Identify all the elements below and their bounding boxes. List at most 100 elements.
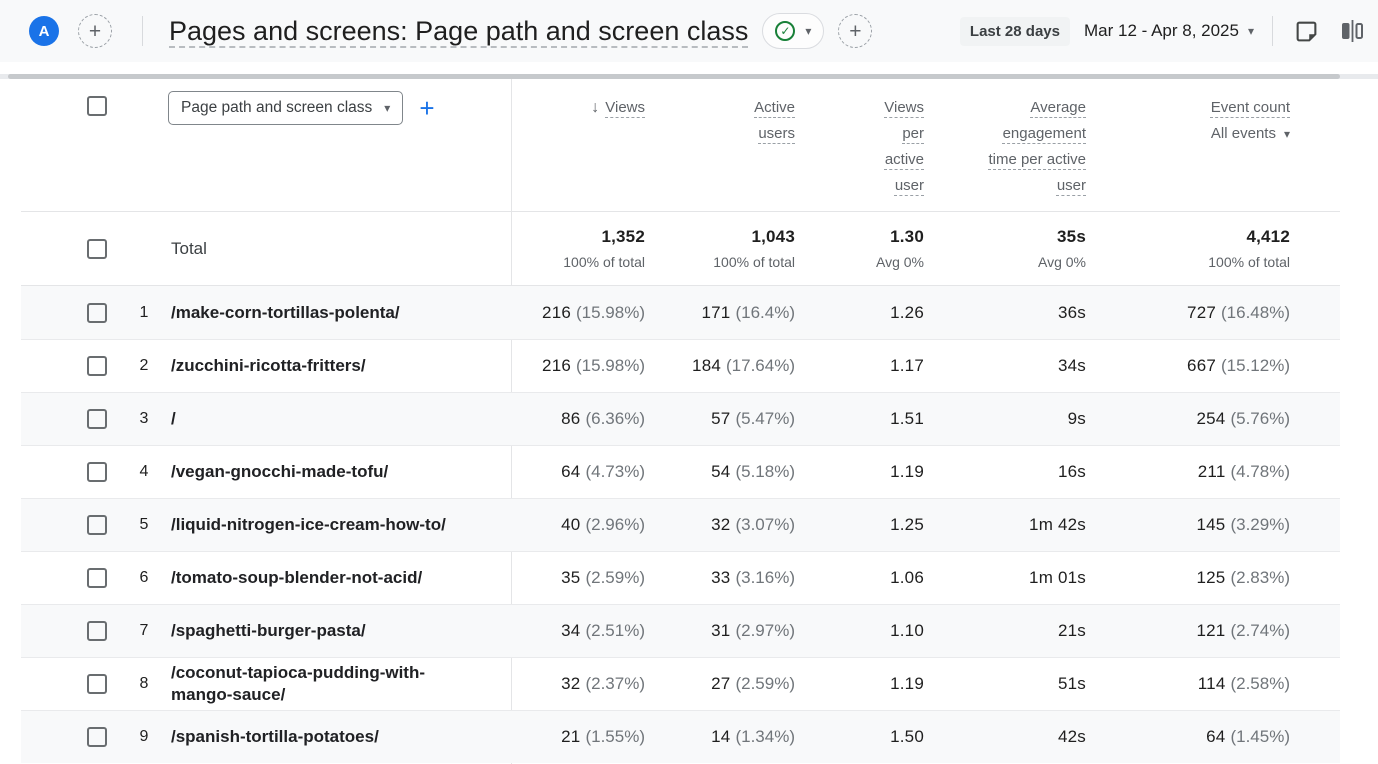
views-cell: 64 (4.73%) bbox=[511, 462, 657, 482]
row-index: 8 bbox=[121, 675, 167, 693]
avg-engagement-cell: 34s bbox=[936, 356, 1098, 376]
views-cell: 21 (1.55%) bbox=[511, 727, 657, 747]
event-count-cell: 64 (1.45%) bbox=[1098, 727, 1302, 747]
row-index: 9 bbox=[121, 728, 167, 746]
date-preset-badge: Last 28 days bbox=[960, 17, 1070, 46]
avatar[interactable]: A bbox=[29, 16, 59, 46]
page-path-cell: /liquid-nitrogen-ice-cream-how-to/ bbox=[167, 514, 511, 536]
row-checkbox[interactable] bbox=[87, 356, 107, 376]
notes-button[interactable] bbox=[1294, 19, 1319, 44]
sort-descending-icon: ↓ bbox=[591, 95, 599, 121]
page-path-cell: /spaghetti-burger-pasta/ bbox=[167, 620, 511, 642]
table-row: 6 /tomato-soup-blender-not-acid/ 35 (2.5… bbox=[21, 551, 1340, 604]
row-checkbox[interactable] bbox=[87, 674, 107, 694]
plus-icon: + bbox=[849, 21, 861, 42]
page-path: /spaghetti-burger-pasta/ bbox=[171, 620, 366, 642]
event-filter-dropdown[interactable]: All events ▾ bbox=[1211, 121, 1290, 147]
active-users-cell: 14 (1.34%) bbox=[657, 727, 807, 747]
views-per-active-user-cell: 1.50 bbox=[807, 727, 936, 747]
row-checkbox[interactable] bbox=[87, 515, 107, 535]
total-views-per-active-user: 1.30 Avg 0% bbox=[807, 227, 936, 270]
dimension-selector-label: Page path and screen class bbox=[181, 99, 372, 117]
views-per-active-user-cell: 1.26 bbox=[807, 303, 936, 323]
total-avg-engagement: 35s Avg 0% bbox=[936, 227, 1098, 270]
comparison-toggle-button[interactable] bbox=[1338, 19, 1366, 43]
column-header-event-count[interactable]: Event count All events ▾ bbox=[1098, 79, 1302, 147]
avg-engagement-cell: 16s bbox=[936, 462, 1098, 482]
table-row: 4 /vegan-gnocchi-made-tofu/ 64 (4.73%) 5… bbox=[21, 445, 1340, 498]
page-path-cell: /spanish-tortilla-potatoes/ bbox=[167, 726, 511, 748]
compare-panels-icon bbox=[1338, 19, 1366, 43]
row-checkbox[interactable] bbox=[87, 409, 107, 429]
table-row: 9 /spanish-tortilla-potatoes/ 21 (1.55%)… bbox=[21, 710, 1340, 763]
table-row: 3 / 86 (6.36%) 57 (5.47%) 1.51 9s 254 (5… bbox=[21, 392, 1340, 445]
active-users-cell: 54 (5.18%) bbox=[657, 462, 807, 482]
column-header-views[interactable]: ↓ Views bbox=[511, 79, 657, 121]
views-per-active-user-cell: 1.06 bbox=[807, 568, 936, 588]
column-header-views-per-active-user[interactable]: Views per active user bbox=[807, 79, 936, 199]
chevron-down-icon: ▾ bbox=[1248, 25, 1254, 37]
table-row: 8 /coconut-tapioca-pudding-with-mango-sa… bbox=[21, 657, 1340, 710]
views-cell: 216 (15.98%) bbox=[511, 303, 657, 323]
chevron-down-icon: ▾ bbox=[805, 25, 811, 37]
add-comparison-button[interactable]: + bbox=[838, 14, 872, 48]
table-row: 2 /zucchini-ricotta-fritters/ 216 (15.98… bbox=[21, 339, 1340, 392]
table-row: 7 /spaghetti-burger-pasta/ 34 (2.51%) 31… bbox=[21, 604, 1340, 657]
column-label: Views per active user bbox=[874, 95, 924, 199]
views-cell: 216 (15.98%) bbox=[511, 356, 657, 376]
divider bbox=[142, 16, 143, 46]
avg-engagement-cell: 21s bbox=[936, 621, 1098, 641]
dimension-selector[interactable]: Page path and screen class ▾ bbox=[168, 91, 403, 125]
event-count-cell: 727 (16.48%) bbox=[1098, 303, 1302, 323]
total-row-checkbox[interactable] bbox=[87, 239, 107, 259]
page-path-cell: /zucchini-ricotta-fritters/ bbox=[167, 355, 511, 377]
column-label: Active users bbox=[737, 95, 795, 147]
row-checkbox[interactable] bbox=[87, 727, 107, 747]
event-count-cell: 211 (4.78%) bbox=[1098, 462, 1302, 482]
active-users-cell: 33 (3.16%) bbox=[657, 568, 807, 588]
column-header-avg-engagement[interactable]: Average engagement time per active user bbox=[936, 79, 1098, 199]
row-index: 7 bbox=[121, 622, 167, 640]
page-path-cell: /vegan-gnocchi-made-tofu/ bbox=[167, 461, 511, 483]
row-checkbox[interactable] bbox=[87, 568, 107, 588]
active-users-cell: 27 (2.59%) bbox=[657, 674, 807, 694]
row-checkbox[interactable] bbox=[87, 462, 107, 482]
event-count-cell: 114 (2.58%) bbox=[1098, 674, 1302, 694]
event-filter-label: All events bbox=[1211, 121, 1276, 147]
page-path-cell: /make-corn-tortillas-polenta/ bbox=[167, 302, 511, 324]
views-cell: 40 (2.96%) bbox=[511, 515, 657, 535]
row-checkbox[interactable] bbox=[87, 303, 107, 323]
views-per-active-user-cell: 1.10 bbox=[807, 621, 936, 641]
report-title[interactable]: Pages and screens: Page path and screen … bbox=[169, 16, 748, 47]
column-label: Average engagement time per active user bbox=[974, 95, 1086, 199]
page-path-cell: /tomato-soup-blender-not-acid/ bbox=[167, 567, 511, 589]
date-range-label: Mar 12 - Apr 8, 2025 bbox=[1084, 21, 1239, 41]
page-path: /make-corn-tortillas-polenta/ bbox=[171, 302, 400, 324]
row-index: 2 bbox=[121, 357, 167, 375]
page-path: /spanish-tortilla-potatoes/ bbox=[171, 726, 379, 748]
total-active-users: 1,043 100% of total bbox=[657, 227, 807, 270]
row-index: 4 bbox=[121, 463, 167, 481]
views-per-active-user-cell: 1.51 bbox=[807, 409, 936, 429]
check-circle-icon: ✓ bbox=[775, 21, 795, 41]
row-index: 3 bbox=[121, 410, 167, 428]
add-dimension-button[interactable]: + bbox=[419, 95, 434, 121]
chevron-down-icon: ▾ bbox=[384, 102, 390, 114]
add-segment-button[interactable]: + bbox=[78, 14, 112, 48]
page-path: /tomato-soup-blender-not-acid/ bbox=[171, 567, 422, 589]
column-header-active-users[interactable]: Active users bbox=[657, 79, 807, 147]
views-cell: 35 (2.59%) bbox=[511, 568, 657, 588]
report-status-dropdown[interactable]: ✓ ▾ bbox=[762, 13, 824, 49]
row-index: 5 bbox=[121, 516, 167, 534]
page-path: /zucchini-ricotta-fritters/ bbox=[171, 355, 366, 377]
date-range-picker[interactable]: Mar 12 - Apr 8, 2025 ▾ bbox=[1084, 21, 1254, 41]
select-all-checkbox[interactable] bbox=[87, 96, 107, 116]
event-count-cell: 121 (2.74%) bbox=[1098, 621, 1302, 641]
views-cell: 34 (2.51%) bbox=[511, 621, 657, 641]
page-path-cell: / bbox=[167, 408, 511, 430]
table-row: 1 /make-corn-tortillas-polenta/ 216 (15.… bbox=[21, 286, 1340, 339]
divider bbox=[1272, 16, 1273, 46]
plus-icon: + bbox=[89, 21, 101, 42]
row-checkbox[interactable] bbox=[87, 621, 107, 641]
total-label: Total bbox=[167, 239, 511, 259]
